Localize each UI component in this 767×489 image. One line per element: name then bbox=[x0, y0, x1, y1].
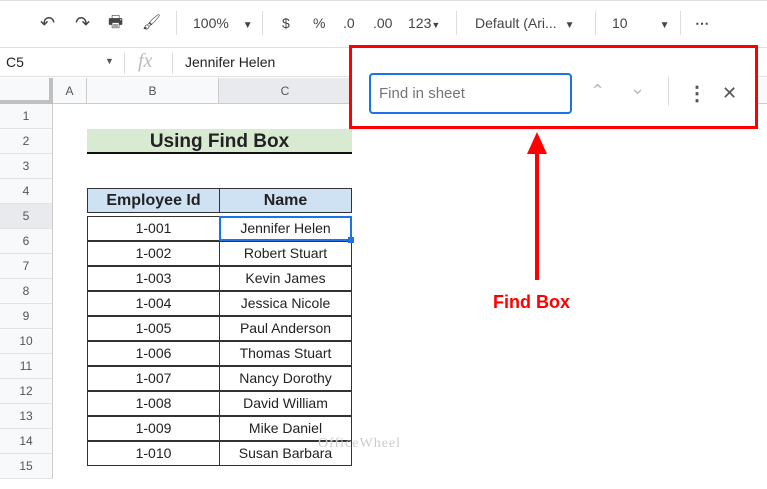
row-header-15[interactable]: 15 bbox=[0, 454, 53, 479]
chevron-down-icon[interactable]: ▼ bbox=[105, 56, 114, 66]
row-header-1[interactable]: 1 bbox=[0, 104, 53, 129]
row-header-10[interactable]: 10 bbox=[0, 329, 53, 354]
employee-id-cell[interactable]: 1-009 bbox=[87, 416, 220, 441]
row-header-11[interactable]: 11 bbox=[0, 354, 53, 379]
employee-id-cell[interactable]: 1-004 bbox=[87, 291, 220, 316]
selected-cell-c5[interactable] bbox=[219, 216, 352, 241]
name-cell[interactable]: Jessica Nicole bbox=[219, 291, 352, 316]
more-options-icon[interactable]: ⋮ bbox=[687, 81, 707, 106]
more-formats-button[interactable]: 123▼ bbox=[408, 13, 440, 35]
more-icon[interactable]: ⋯ bbox=[695, 13, 709, 33]
watermark: OfficeWheel bbox=[318, 436, 402, 451]
undo-icon[interactable]: ↶ bbox=[40, 13, 55, 33]
redo-icon[interactable]: ↷ bbox=[75, 13, 90, 33]
employee-id-cell[interactable]: 1-002 bbox=[87, 241, 220, 266]
percent-button[interactable]: % bbox=[313, 13, 325, 33]
name-cell[interactable]: Kevin James bbox=[219, 266, 352, 291]
fx-icon: fx bbox=[138, 50, 153, 72]
employee-id-cell[interactable]: 1-008 bbox=[87, 391, 220, 416]
row-header-9[interactable]: 9 bbox=[0, 304, 53, 329]
header-name[interactable]: Name bbox=[219, 188, 352, 213]
column-header-a[interactable]: A bbox=[53, 78, 87, 104]
name-box[interactable]: C5 bbox=[6, 54, 24, 70]
print-icon[interactable]: 🖶 bbox=[108, 13, 123, 33]
column-header-b[interactable]: B bbox=[87, 78, 219, 104]
employee-id-cell[interactable]: 1-003 bbox=[87, 266, 220, 291]
row-header-7[interactable]: 7 bbox=[0, 254, 53, 279]
fill-handle[interactable] bbox=[348, 237, 354, 243]
increase-decimal-button[interactable]: .00 bbox=[373, 13, 392, 33]
toolbar: ↶ ↷ 🖶 🖌 100% ▼ $ % .0 .00 123▼ Default (… bbox=[0, 0, 767, 46]
row-header-14[interactable]: 14 bbox=[0, 429, 53, 454]
row-header-4[interactable]: 4 bbox=[0, 179, 53, 204]
employee-id-cell[interactable]: 1-007 bbox=[87, 366, 220, 391]
next-result-icon[interactable]: ⌄ bbox=[630, 78, 645, 99]
format-label: 123 bbox=[408, 15, 432, 31]
zoom-value: 100% bbox=[193, 15, 229, 31]
row-header-8[interactable]: 8 bbox=[0, 279, 53, 304]
font-size-select[interactable]: 10 ▼ bbox=[612, 13, 669, 36]
employee-id-cell[interactable]: 1-006 bbox=[87, 341, 220, 366]
find-input[interactable] bbox=[369, 73, 572, 114]
header-employee-id[interactable]: Employee Id bbox=[87, 188, 220, 213]
annotation-label: Find Box bbox=[493, 292, 570, 312]
name-cell[interactable]: Nancy Dorothy bbox=[219, 366, 352, 391]
row-header-12[interactable]: 12 bbox=[0, 379, 53, 404]
find-box: ⌃ ⌄ ⋮ ✕ bbox=[349, 45, 758, 129]
close-icon[interactable]: ✕ bbox=[722, 83, 737, 104]
name-cell[interactable]: David William bbox=[219, 391, 352, 416]
paint-format-icon[interactable]: 🖌 bbox=[142, 13, 161, 33]
name-cell[interactable]: Thomas Stuart bbox=[219, 341, 352, 366]
formula-input[interactable]: Jennifer Helen bbox=[185, 54, 275, 70]
row-header-3[interactable]: 3 bbox=[0, 154, 53, 179]
currency-button[interactable]: $ bbox=[282, 13, 290, 33]
row-header-2[interactable]: 2 bbox=[0, 129, 53, 154]
employee-id-cell[interactable]: 1-010 bbox=[87, 441, 220, 466]
sheet-title: Using Find Box bbox=[87, 129, 352, 154]
name-cell[interactable]: Paul Anderson bbox=[219, 316, 352, 341]
employee-id-cell[interactable]: 1-001 bbox=[87, 216, 220, 241]
select-all-corner[interactable] bbox=[0, 78, 53, 104]
font-value: Default (Ari... bbox=[475, 15, 557, 31]
font-size-value: 10 bbox=[612, 15, 628, 31]
column-header-c[interactable]: C bbox=[219, 78, 352, 104]
previous-result-icon[interactable]: ⌃ bbox=[590, 81, 605, 102]
decrease-decimal-button[interactable]: .0 bbox=[343, 13, 355, 33]
row-header-5[interactable]: 5 bbox=[0, 204, 53, 229]
name-cell[interactable]: Robert Stuart bbox=[219, 241, 352, 266]
annotation-arrow bbox=[527, 132, 547, 280]
employee-id-cell[interactable]: 1-005 bbox=[87, 316, 220, 341]
row-header-6[interactable]: 6 bbox=[0, 229, 53, 254]
row-header-13[interactable]: 13 bbox=[0, 404, 53, 429]
zoom-select[interactable]: 100% ▼ bbox=[193, 13, 253, 36]
font-select[interactable]: Default (Ari... ▼ bbox=[475, 13, 575, 36]
